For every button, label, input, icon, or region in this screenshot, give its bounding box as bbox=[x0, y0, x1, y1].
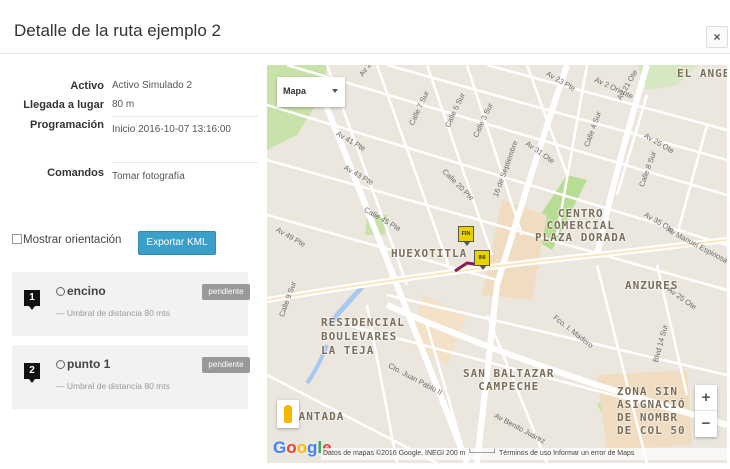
status-badge: pendiente bbox=[202, 357, 250, 373]
show-orientation-checkbox[interactable]: Mostrar orientación bbox=[12, 234, 121, 246]
location-circle-icon bbox=[56, 287, 65, 296]
place-label: ZONA SIN ASIGNACIÓ DE NOMBR DE COL 50 bbox=[617, 385, 686, 437]
zoom-in-button[interactable]: + bbox=[695, 385, 717, 411]
route-end-marker-icon[interactable]: FIN bbox=[458, 226, 474, 246]
place-label: EL ANGE bbox=[677, 67, 727, 80]
comandos-value: Tomar fotografía bbox=[112, 171, 185, 182]
street-view-pegman[interactable] bbox=[277, 400, 299, 428]
zoom-out-button[interactable]: − bbox=[695, 411, 717, 437]
divider bbox=[112, 116, 258, 117]
chevron-down-icon bbox=[332, 89, 338, 93]
waypoint-name: encino bbox=[56, 284, 106, 298]
activo-label: Activo bbox=[70, 80, 104, 92]
route-start-marker-icon[interactable]: INI bbox=[474, 250, 490, 270]
place-label: CENTRO COMERCIAL PLAZA DORADA bbox=[535, 207, 627, 244]
map-type-label: Mapa bbox=[283, 86, 307, 96]
waypoint-name: punto 1 bbox=[56, 357, 110, 371]
dialog-header: Detalle de la ruta ejemplo 2 × bbox=[0, 0, 730, 54]
divider bbox=[112, 162, 258, 163]
place-label: HUEXOTITLA bbox=[391, 247, 468, 260]
pegman-icon bbox=[284, 405, 292, 423]
programacion-label: Programación bbox=[30, 119, 104, 131]
comandos-label: Comandos bbox=[47, 167, 104, 179]
waypoint-threshold: — Umbral de distancia 80 mts bbox=[56, 308, 170, 318]
place-label: RESIDENCIAL BOULEVARES LA TEJA bbox=[321, 316, 405, 357]
route-details-panel: Activo Activo Simulado 2 Llegada a lugar… bbox=[8, 62, 258, 462]
route-detail-dialog: Detalle de la ruta ejemplo 2 × Activo Ac… bbox=[0, 0, 730, 469]
waypoint-threshold: — Umbral de distancia 80 mts bbox=[56, 381, 170, 391]
dialog-title: Detalle de la ruta ejemplo 2 bbox=[14, 21, 221, 40]
waypoint-number-marker-icon: 2 bbox=[24, 363, 40, 383]
place-label: CANTADA bbox=[291, 410, 345, 423]
orientation-label: Mostrar orientación bbox=[23, 234, 122, 246]
waypoint-item[interactable]: 2 punto 1 — Umbral de distancia 80 mts p… bbox=[12, 345, 250, 409]
place-label: SAN BALTAZAR CAMPECHE bbox=[463, 367, 555, 393]
llegada-value: 80 m bbox=[112, 99, 135, 110]
llegada-label: Llegada a lugar bbox=[23, 99, 104, 111]
map-attribution[interactable]: Datos de mapas ©2016 Google, INEGI 200 m… bbox=[321, 448, 727, 460]
zoom-control: + − bbox=[695, 385, 717, 437]
status-badge: pendiente bbox=[202, 284, 250, 300]
close-button[interactable]: × bbox=[706, 26, 728, 48]
waypoint-number-marker-icon: 1 bbox=[24, 290, 40, 310]
waypoint-item[interactable]: 1 encino — Umbral de distancia 80 mts pe… bbox=[12, 272, 250, 336]
location-circle-icon bbox=[56, 360, 65, 369]
programacion-value: Inicio 2016-10-07 13:16:00 bbox=[112, 124, 231, 135]
route-map[interactable]: FIN INI HUEXOTITLA CENTRO COMERCIAL PLAZ… bbox=[267, 65, 727, 463]
export-kml-button[interactable]: Exportar KML bbox=[138, 231, 216, 255]
checkbox-icon[interactable] bbox=[12, 234, 22, 244]
map-type-select[interactable]: Mapa bbox=[277, 77, 345, 107]
activo-value: Activo Simulado 2 bbox=[112, 80, 193, 91]
